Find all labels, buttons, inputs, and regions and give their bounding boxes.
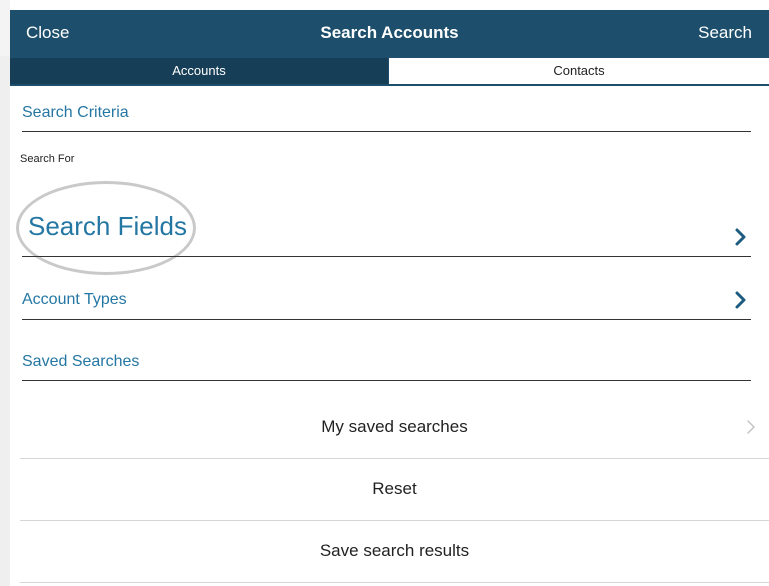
- my-saved-searches-row[interactable]: My saved searches: [20, 397, 769, 459]
- account-types-label: Account Types: [22, 291, 127, 308]
- my-saved-searches-label: My saved searches: [321, 417, 468, 436]
- divider: [22, 256, 751, 257]
- tab-accounts[interactable]: Accounts: [10, 58, 388, 84]
- left-strip: [0, 0, 10, 586]
- account-types-row[interactable]: Account Types: [22, 284, 751, 318]
- chevron-right-icon: [745, 419, 757, 435]
- navbar: Close Search Accounts Search: [10, 10, 769, 56]
- divider: [22, 380, 751, 381]
- tab-contacts[interactable]: Contacts: [389, 58, 769, 84]
- search-accounts-panel: Close Search Accounts Search Accounts Co…: [10, 0, 769, 586]
- chevron-right-icon: [731, 227, 751, 247]
- divider: [22, 319, 751, 320]
- search-for-label: Search For: [20, 153, 75, 165]
- search-fields-label: Search Fields: [28, 211, 187, 241]
- chevron-right-icon: [731, 290, 751, 310]
- saved-searches-title: Saved Searches: [22, 353, 140, 370]
- segmented-control: Accounts Contacts: [10, 56, 769, 86]
- reset-button[interactable]: Reset: [20, 459, 769, 521]
- page-title: Search Accounts: [320, 23, 459, 42]
- search-criteria-title: Search Criteria: [22, 104, 129, 121]
- divider: [22, 131, 751, 132]
- search-button[interactable]: Search: [698, 23, 752, 43]
- reset-label: Reset: [372, 479, 417, 498]
- save-search-results-label: Save search results: [319, 541, 470, 560]
- save-search-results-button[interactable]: Save search results: [20, 521, 769, 583]
- search-fields-row[interactable]: Search Fields: [22, 205, 751, 257]
